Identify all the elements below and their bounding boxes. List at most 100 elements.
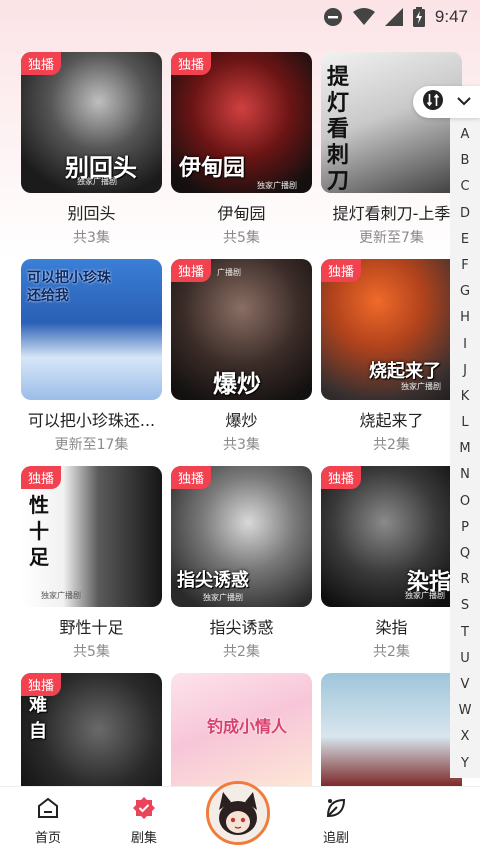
series-card[interactable]: 别回头 独家广播剧 独播 别回头 共3集 bbox=[14, 46, 164, 253]
index-letter[interactable]: F bbox=[461, 253, 468, 279]
episode-count: 共3集 bbox=[73, 230, 110, 246]
index-letter[interactable]: E bbox=[461, 227, 469, 253]
series-title: 伊甸园 bbox=[217, 204, 266, 223]
cover-title-art: 伊甸园 bbox=[179, 155, 246, 181]
index-letter[interactable]: U bbox=[460, 646, 470, 672]
series-cover[interactable]: 可以把小珍珠还给我 bbox=[21, 259, 162, 400]
series-card[interactable]: 烧起来了 独家广播剧 独播 烧起来了 共2集 bbox=[314, 253, 464, 460]
series-cover[interactable]: 提灯看刺刀 bbox=[321, 52, 462, 193]
index-letter[interactable]: P bbox=[461, 515, 469, 541]
nav-follow[interactable]: 追剧 bbox=[306, 793, 366, 846]
index-letter[interactable]: Y bbox=[461, 751, 469, 777]
index-letter[interactable]: X bbox=[461, 724, 470, 750]
cover-title-art: 爆炒 bbox=[213, 369, 261, 398]
index-letter[interactable]: A bbox=[461, 122, 470, 148]
exclusive-badge: 独播 bbox=[21, 466, 62, 489]
episode-count: 共5集 bbox=[223, 230, 260, 246]
index-letter[interactable]: M bbox=[459, 436, 470, 462]
cover-title-art: 难自 bbox=[29, 695, 47, 742]
nav-home[interactable]: 首页 bbox=[18, 793, 78, 846]
episode-count: 更新至17集 bbox=[54, 437, 129, 453]
index-letter[interactable]: L bbox=[461, 410, 468, 436]
index-letter[interactable]: D bbox=[460, 201, 470, 227]
battery-charging-icon bbox=[412, 7, 425, 27]
index-letter[interactable]: I bbox=[463, 332, 467, 358]
cover-subtitle: 独家广播剧 bbox=[77, 177, 117, 186]
series-grid: 别回头 独家广播剧 独播 别回头 共3集 伊甸园 独家广播剧 独播 伊甸园 共5… bbox=[14, 46, 462, 853]
index-letter[interactable]: J bbox=[463, 358, 467, 384]
series-title: 提灯看刺刀-上季 bbox=[332, 204, 451, 223]
index-letter[interactable]: C bbox=[460, 174, 469, 200]
wifi-icon bbox=[352, 8, 375, 26]
cover-subtitle: 广播剧 bbox=[217, 268, 241, 277]
index-letter[interactable]: N bbox=[460, 462, 470, 488]
exclusive-badge: 独播 bbox=[21, 673, 62, 696]
cover-title-art: 烧起来了 bbox=[369, 361, 441, 382]
index-letter[interactable]: G bbox=[460, 279, 470, 305]
series-title: 野性十足 bbox=[59, 618, 124, 637]
cover-subtitle: 独家广播剧 bbox=[203, 593, 243, 602]
index-letter[interactable]: T bbox=[461, 620, 469, 646]
series-card[interactable]: 提灯看刺刀 提灯看刺刀-上季 更新至7集 bbox=[314, 46, 464, 253]
exclusive-badge: 独播 bbox=[321, 466, 362, 489]
cover-subtitle: 独家广播剧 bbox=[405, 591, 445, 600]
cover-subtitle: 独家广播剧 bbox=[257, 181, 297, 190]
cover-title-art: 提灯看刺刀 bbox=[327, 64, 350, 193]
cover-title-art: 指尖诱惑 bbox=[177, 570, 249, 591]
status-bar: 9:47 bbox=[0, 0, 480, 34]
nav-home-label: 首页 bbox=[34, 831, 61, 846]
series-card[interactable]: 性十足 独家广播剧 独播 野性十足 共5集 bbox=[14, 460, 164, 667]
nav-follow-label: 追剧 bbox=[322, 831, 349, 846]
episode-count: 共3集 bbox=[223, 437, 260, 453]
dnd-icon bbox=[323, 7, 343, 27]
series-title: 别回头 bbox=[67, 204, 116, 223]
series-card[interactable]: 爆炒 广播剧 独播 爆炒 共3集 bbox=[164, 253, 314, 460]
index-letter[interactable]: B bbox=[461, 148, 470, 174]
index-letter[interactable]: K bbox=[461, 384, 470, 410]
exclusive-badge: 独播 bbox=[21, 52, 62, 75]
cover-subtitle: 独家广播剧 bbox=[41, 591, 81, 600]
sort-icon[interactable] bbox=[423, 89, 443, 115]
nav-series[interactable]: 剧集 bbox=[114, 793, 174, 846]
series-card[interactable]: 指尖诱惑 独家广播剧 独播 指尖诱惑 共2集 bbox=[164, 460, 314, 667]
series-card[interactable]: 染指 独家广播剧 独播 染指 共2集 bbox=[314, 460, 464, 667]
index-letter[interactable]: W bbox=[459, 698, 472, 724]
status-clock: 9:47 bbox=[434, 7, 468, 26]
series-card[interactable]: 可以把小珍珠还给我 可以把小珍珠还... 更新至17集 bbox=[14, 253, 164, 460]
episode-count: 共5集 bbox=[73, 644, 110, 660]
series-title: 烧起来了 bbox=[359, 411, 424, 430]
episode-count: 共2集 bbox=[373, 644, 410, 660]
series-title: 染指 bbox=[375, 618, 408, 637]
index-header bbox=[413, 86, 480, 118]
cover-title-art: 可以把小珍珠还给我 bbox=[27, 270, 111, 304]
leaf-icon bbox=[306, 793, 366, 823]
index-letter[interactable]: O bbox=[460, 489, 470, 515]
chevron-down-icon[interactable] bbox=[457, 93, 471, 111]
center-avatar-button[interactable] bbox=[206, 781, 270, 845]
exclusive-badge: 独播 bbox=[171, 259, 212, 282]
series-title: 爆炒 bbox=[225, 411, 258, 430]
episode-count: 共2集 bbox=[373, 437, 410, 453]
series-card[interactable]: 伊甸园 独家广播剧 独播 伊甸园 共5集 bbox=[164, 46, 314, 253]
episode-count: 共2集 bbox=[223, 644, 260, 660]
cat-mascot-icon bbox=[209, 784, 267, 842]
signal-icon bbox=[384, 8, 403, 26]
nav-series-label: 剧集 bbox=[130, 831, 157, 846]
index-letter[interactable]: Q bbox=[460, 541, 470, 567]
cover-subtitle: 独家广播剧 bbox=[401, 382, 441, 391]
index-letter[interactable]: S bbox=[461, 593, 469, 619]
alphabet-index[interactable]: ABCDEFGHIJKLMNOPQRSTUVWXY bbox=[450, 118, 480, 778]
exclusive-badge: 独播 bbox=[171, 52, 212, 75]
cover-title-art: 钓成小情人 bbox=[207, 717, 288, 736]
exclusive-badge: 独播 bbox=[171, 466, 212, 489]
index-letter[interactable]: H bbox=[460, 305, 470, 331]
episode-count: 更新至7集 bbox=[359, 230, 424, 246]
index-letter[interactable]: R bbox=[460, 567, 469, 593]
cover-title-art: 性十足 bbox=[29, 493, 49, 569]
exclusive-badge: 独播 bbox=[321, 259, 362, 282]
series-title: 可以把小珍珠还... bbox=[27, 411, 156, 430]
home-icon bbox=[18, 793, 78, 823]
series-icon bbox=[114, 793, 174, 823]
series-title: 指尖诱惑 bbox=[209, 618, 274, 637]
index-letter[interactable]: V bbox=[461, 672, 470, 698]
